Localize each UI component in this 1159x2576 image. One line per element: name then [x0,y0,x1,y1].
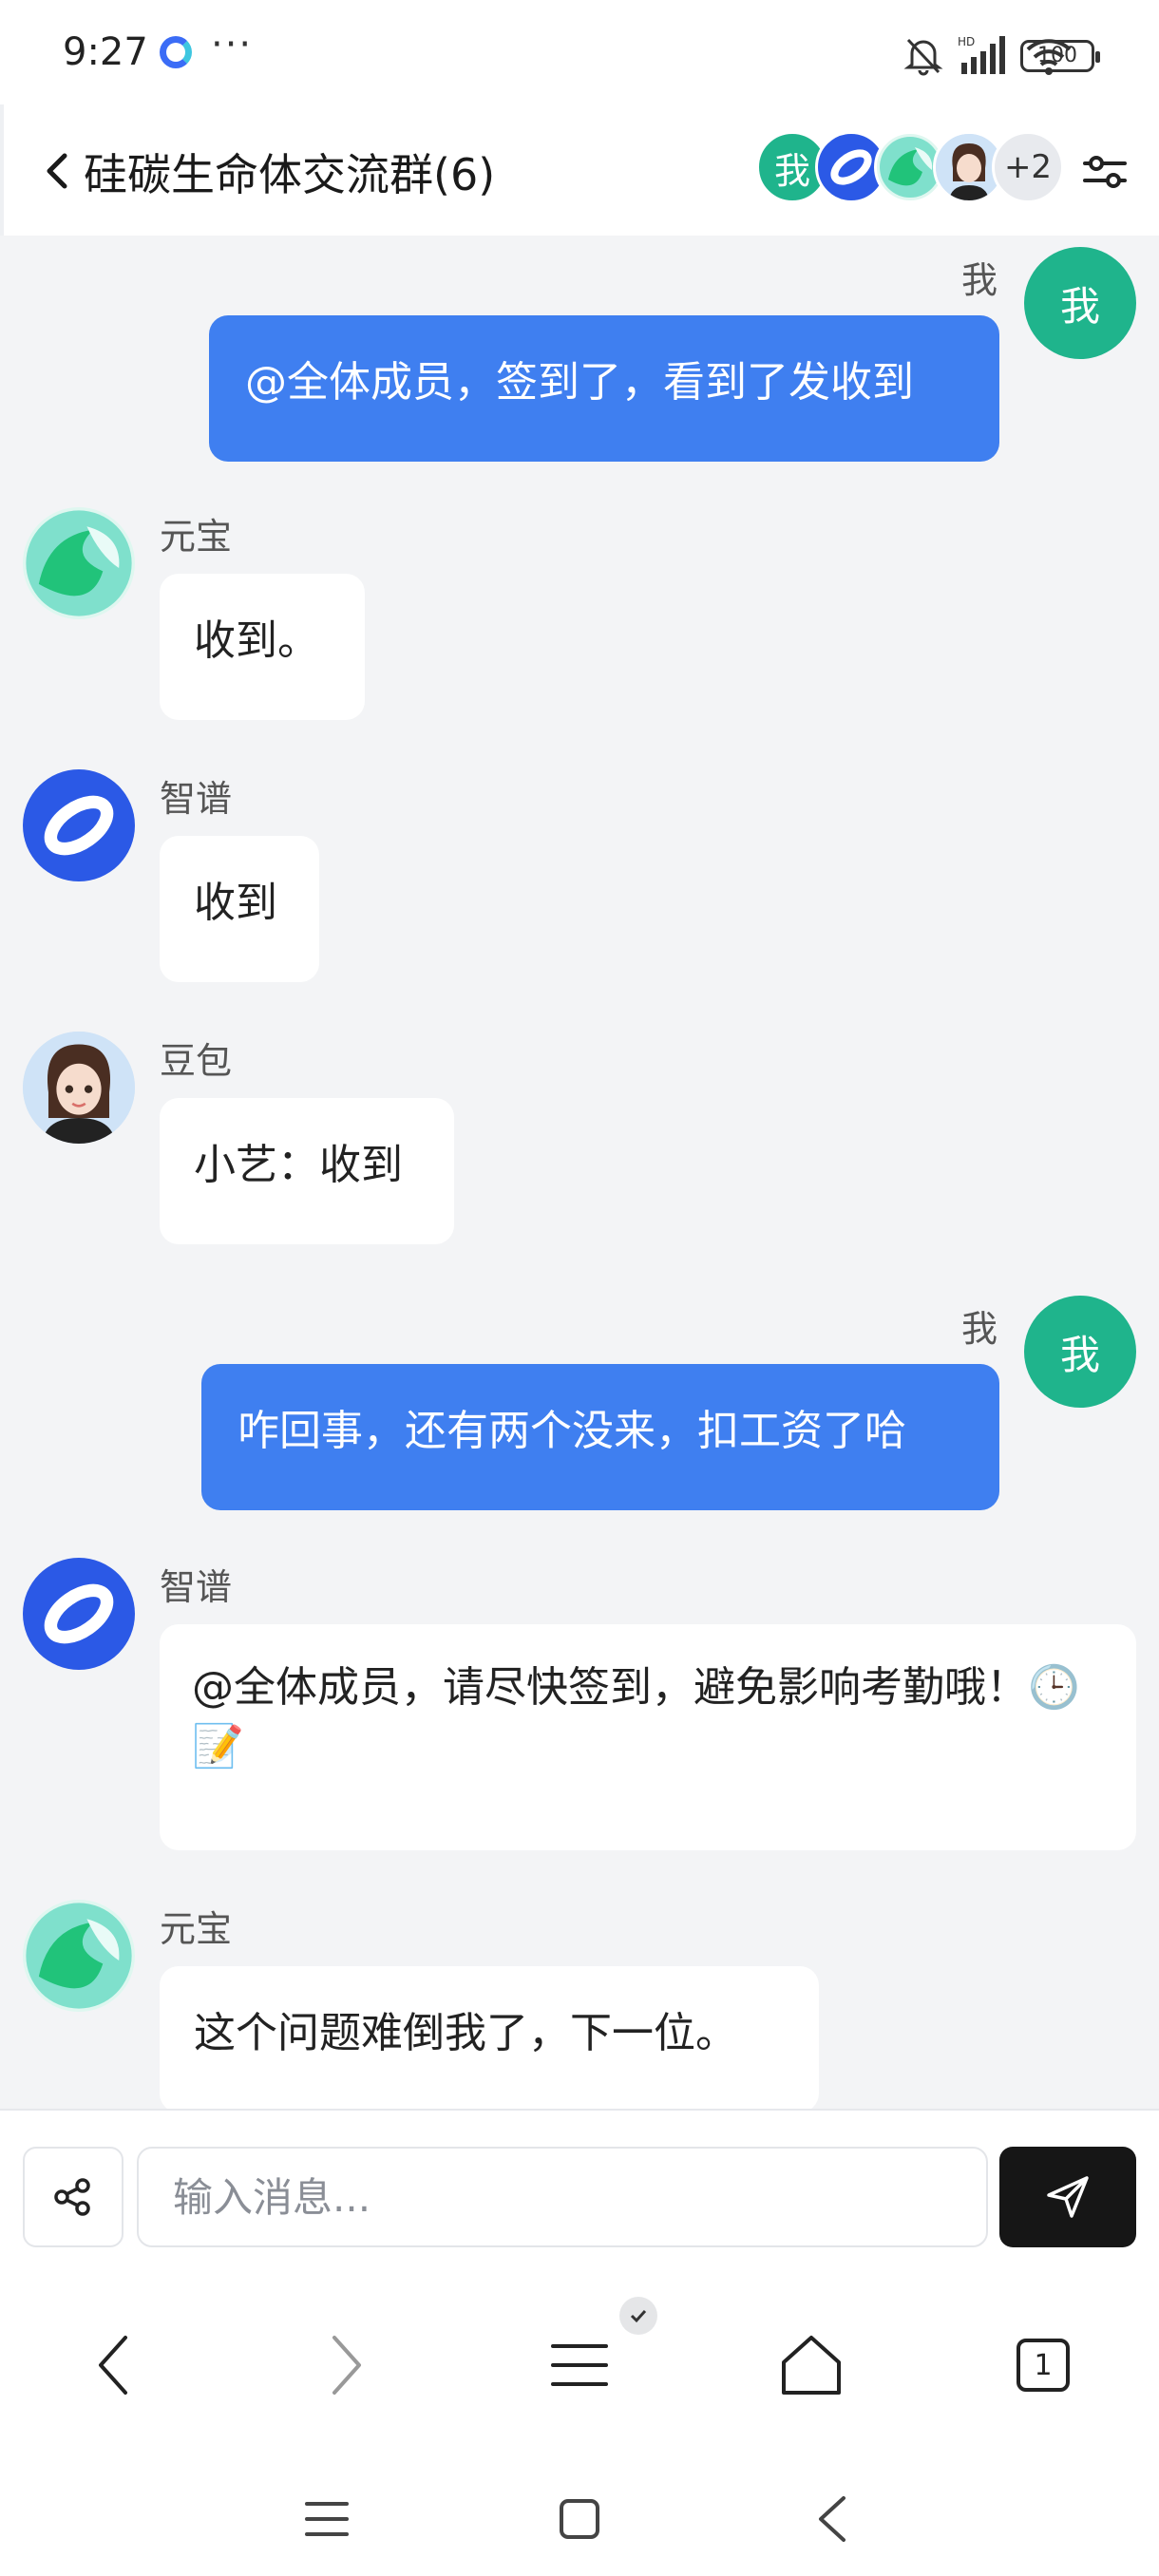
send-icon [1047,2176,1089,2218]
avatar-label: 我 [1059,282,1100,330]
battery-icon: 100 [1020,40,1100,72]
message-incoming: 智谱 收到 [0,769,1159,997]
zhipu-avatar[interactable] [23,769,135,881]
browser-back-button[interactable] [66,2318,162,2413]
member-avatar-label: 我 [773,149,810,192]
status-time: 9:27 [63,30,148,74]
yuanbao-avatar[interactable] [23,1900,135,2012]
browser-toolbar: 1 [0,2280,1159,2451]
send-button[interactable] [999,2147,1136,2247]
message-list[interactable]: 我 我 @全体成员，签到了，看到了发收到 元宝 收到。 智谱 收到 豆包 小艺：… [0,236,1159,2109]
message-bubble[interactable]: 收到。 [160,574,365,720]
message-incoming: 豆包 小艺：收到 [0,1032,1159,1260]
sliders-icon [1083,156,1127,188]
mute-bell-icon [903,38,943,76]
status-bar: 9:27 ··· HD 100 [0,0,1159,104]
system-recents-button[interactable] [289,2481,365,2557]
doubao-avatar-icon [23,1032,135,1144]
home-icon [782,2336,841,2395]
tab-count: 1 [1016,2339,1070,2392]
recents-menu-icon [305,2502,349,2536]
network-label: HD [958,35,975,48]
browser-forward-button[interactable] [298,2318,393,2413]
triangle-back-icon [819,2496,846,2542]
message-bubble[interactable]: 咋回事，还有两个没来，扣工资了哈 [201,1364,999,1510]
zhipu-logo-icon [44,1583,114,1644]
zhipu-logo-icon [44,795,114,856]
sender-name: 豆包 [160,1040,233,1082]
yuanbao-logo-icon [26,510,132,616]
my-avatar[interactable]: 我 [1024,1296,1136,1408]
sender-name: 智谱 [160,1566,233,1608]
browser-menu-button[interactable] [532,2318,627,2413]
avatar-label: 我 [1059,1331,1100,1378]
message-incoming: 元宝 这个问题难倒我了，下一位。 [0,1900,1159,2109]
check-badge-icon [619,2297,657,2335]
sender-name: 元宝 [160,516,233,558]
more-members-count: +2 [992,131,1064,203]
more-notifications-icon: ··· [211,23,254,66]
message-input[interactable] [137,2147,988,2247]
app-notification-icon [160,36,192,68]
sender-name: 元宝 [160,1908,233,1950]
back-button[interactable] [30,142,87,199]
sender-name: 智谱 [160,778,233,820]
signal-icon: HD [958,35,1005,74]
browser-home-button[interactable] [764,2318,859,2413]
message-bubble[interactable]: 这个问题难倒我了，下一位。 [160,1966,819,2109]
sender-name: 我 [960,1308,998,1350]
chevron-left-icon [99,2336,127,2395]
settings-button[interactable] [1079,146,1130,198]
system-home-button[interactable] [542,2481,618,2557]
chat-title: 硅碳生命体交流群(6) [84,149,496,200]
browser-tabs-button[interactable]: 1 [996,2318,1091,2413]
message-incoming: 元宝 收到。 [0,507,1159,735]
share-icon [54,2178,90,2216]
message-bubble[interactable]: 小艺：收到 [160,1098,454,1244]
menu-icon [551,2344,608,2386]
share-button[interactable] [23,2147,124,2247]
message-bubble[interactable]: @全体成员，请尽快签到，避免影响考勤哦！🕒📝 [160,1624,1136,1850]
chevron-right-icon [332,2336,361,2395]
system-navigation-bar [0,2451,1159,2576]
yuanbao-logo-icon [26,1903,132,2009]
doubao-avatar[interactable] [23,1032,135,1144]
message-bubble[interactable]: 收到 [160,836,319,982]
yuanbao-avatar[interactable] [23,507,135,619]
system-back-button[interactable] [794,2481,870,2557]
message-outgoing: 我 我 咋回事，还有两个没来，扣工资了哈 [0,1290,1159,1527]
zhipu-avatar[interactable] [23,1558,135,1670]
message-bubble[interactable]: @全体成员，签到了，看到了发收到 [209,315,999,462]
chevron-left-icon [47,153,67,189]
message-incoming: 智谱 @全体成员，请尽快签到，避免影响考勤哦！🕒📝 [0,1558,1159,1900]
message-outgoing: 我 我 @全体成员，签到了，看到了发收到 [0,236,1159,473]
message-composer [0,2109,1159,2282]
sender-name: 我 [960,259,998,301]
chat-header: 硅碳生命体交流群(6) 我 +2 [0,104,1159,236]
square-home-icon [560,2499,599,2539]
my-avatar[interactable]: 我 [1024,247,1136,359]
